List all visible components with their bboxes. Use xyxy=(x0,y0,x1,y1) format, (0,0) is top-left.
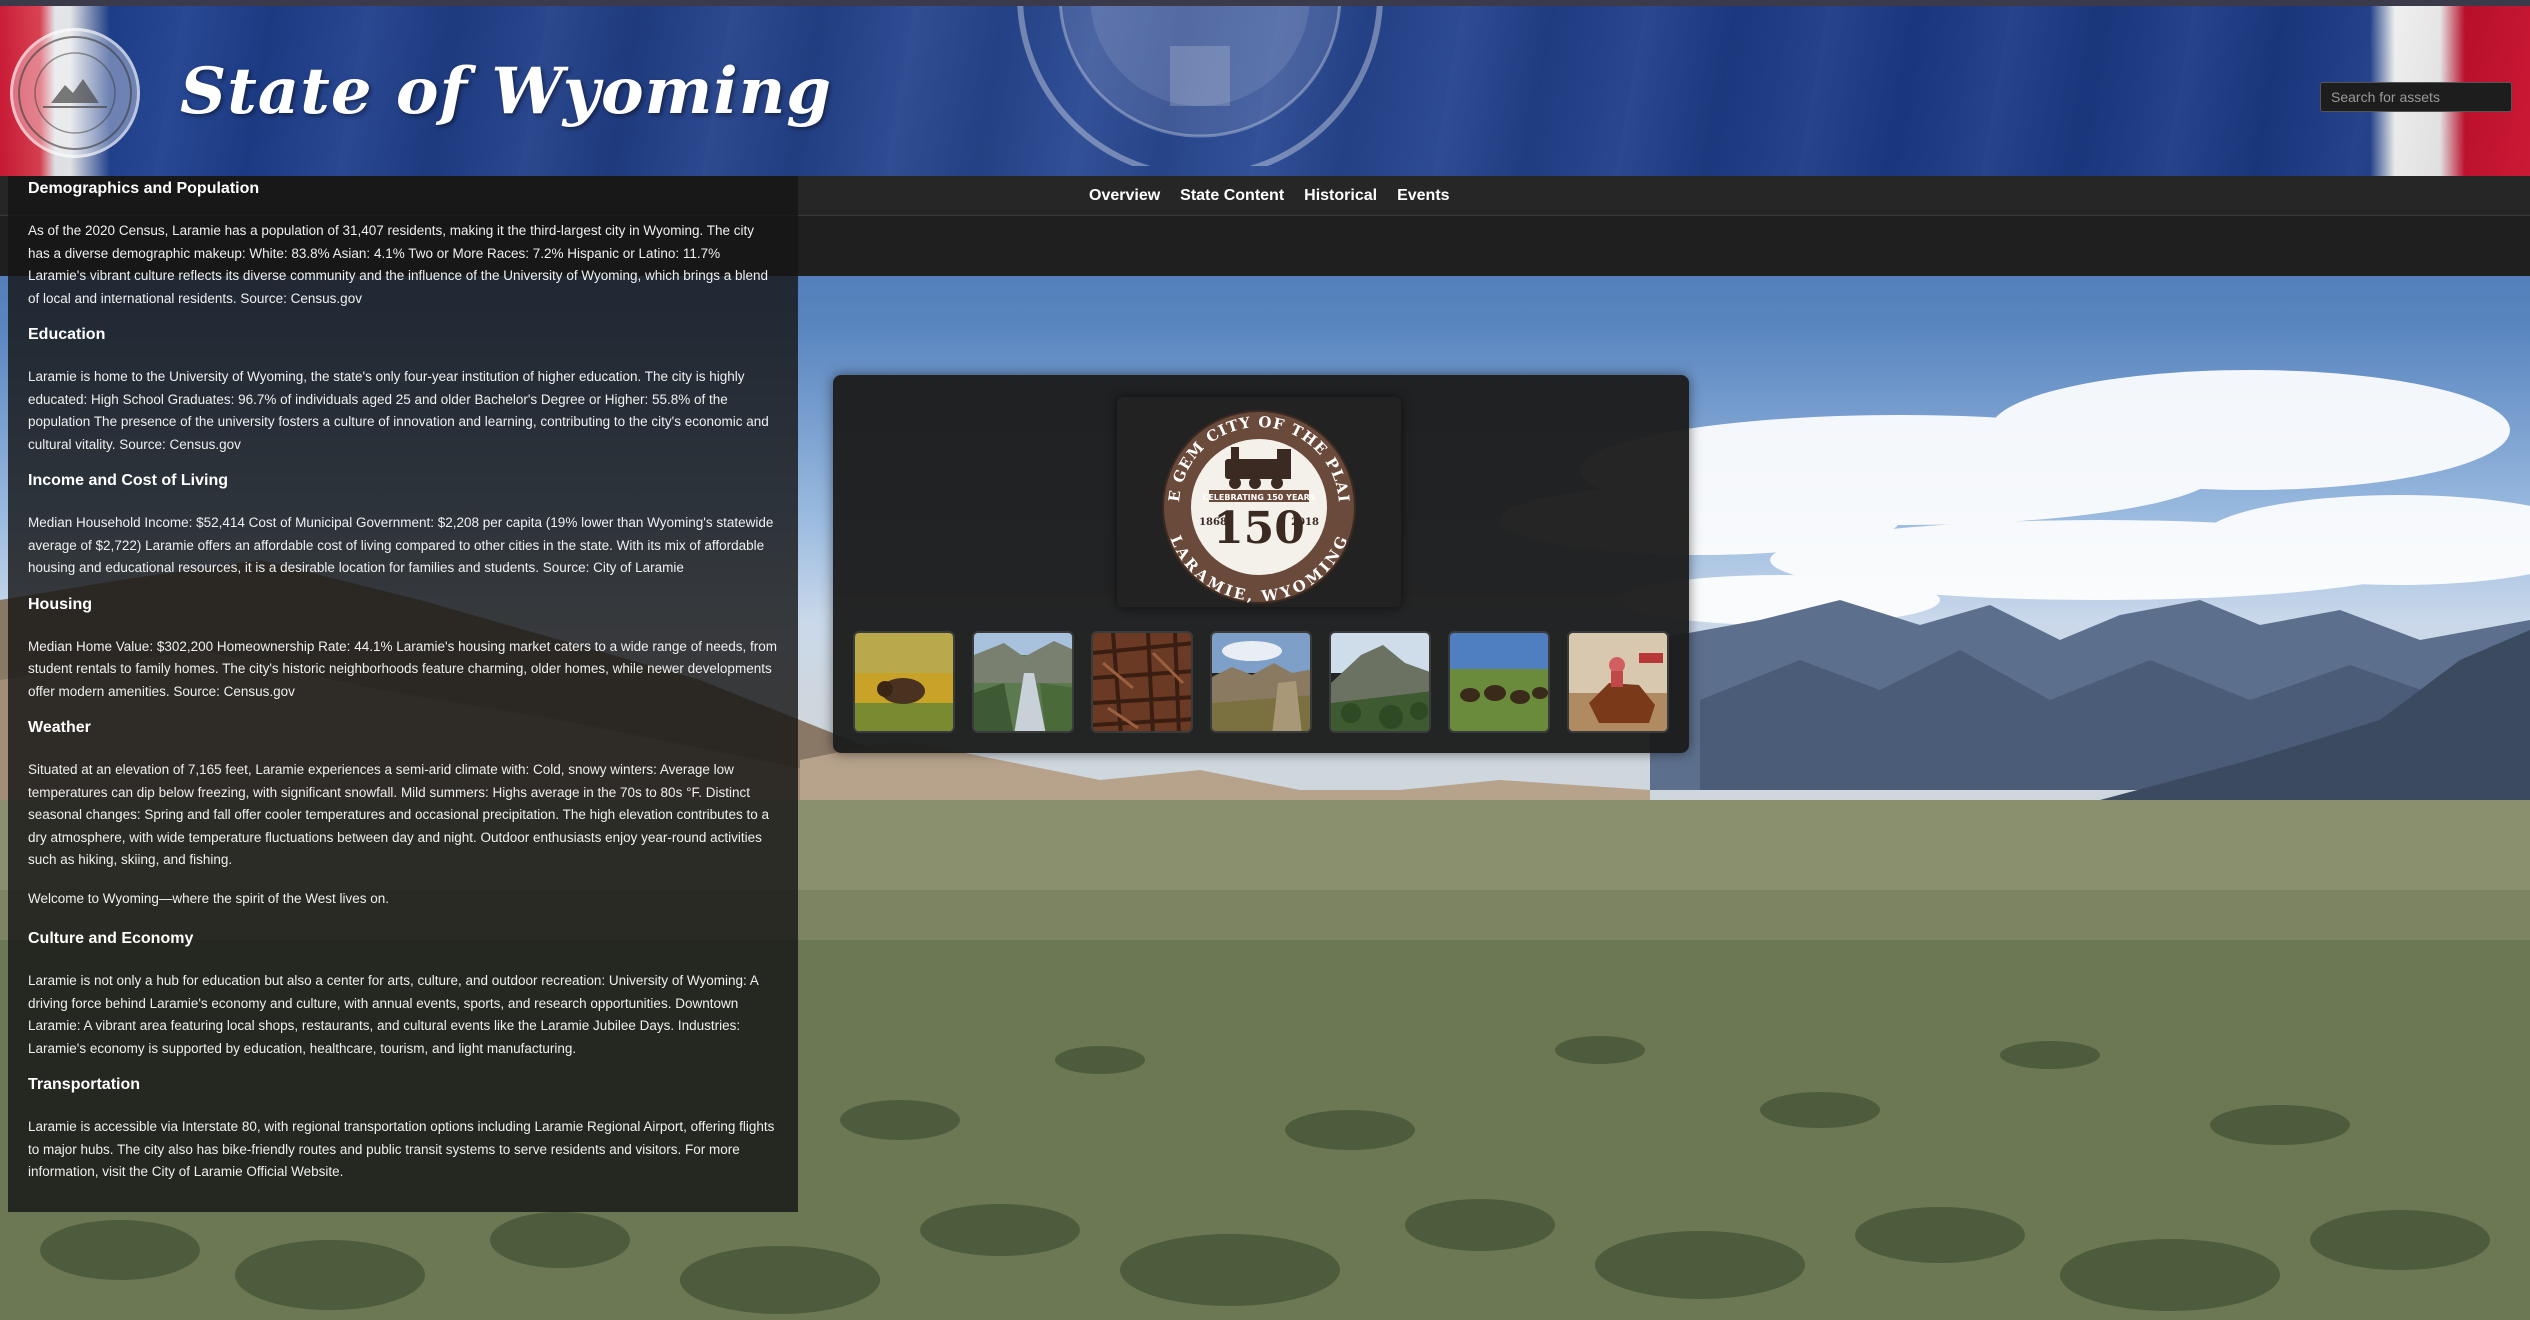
logo-number: 150 xyxy=(1213,503,1305,554)
section-heading-culture: Culture and Economy xyxy=(28,930,194,947)
section-heading-income: Income and Cost of Living xyxy=(28,472,229,489)
site-title[interactable]: State of Wyoming xyxy=(180,54,832,129)
info-panel: Demographics and Population As of the 20… xyxy=(8,176,798,1212)
section-heading-housing: Housing xyxy=(28,595,92,613)
nav-state-content[interactable]: State Content xyxy=(1180,187,1284,205)
nav-items: Overview State Content Historical Events xyxy=(1089,176,1470,216)
section-heading-weather: Weather xyxy=(28,719,91,736)
section-text-weather: Situated at an elevation of 7,165 feet, … xyxy=(28,762,769,867)
welcome-text: Welcome to Wyoming—where the spirit of t… xyxy=(28,890,390,906)
bison-meadow-photo[interactable] xyxy=(853,631,955,733)
section-heading-transportation: Transportation xyxy=(28,1076,141,1093)
nav-historical[interactable]: Historical xyxy=(1304,187,1377,205)
search-input[interactable] xyxy=(2320,82,2512,112)
section-heading-demographics: Demographics and Population xyxy=(28,180,260,197)
nav-overview[interactable]: Overview xyxy=(1089,187,1160,205)
header-banner: State of Wyoming xyxy=(0,6,2530,176)
section-text-culture: Laramie is not only a hub for education … xyxy=(28,973,759,1056)
state-seal-watermark xyxy=(1017,6,1383,166)
section-heading-education: Education xyxy=(28,326,106,343)
nav-events[interactable]: Events xyxy=(1397,187,1449,205)
logo-year-right: 2018 xyxy=(1291,517,1319,528)
rodeo-rider-photo[interactable] xyxy=(1567,631,1669,733)
bison-herd-photo[interactable] xyxy=(1448,631,1550,733)
rock-texture-photo[interactable] xyxy=(1091,631,1193,733)
logo-year-left: 1868 xyxy=(1199,517,1227,528)
section-text-education: Laramie is home to the University of Wyo… xyxy=(28,369,769,452)
rocky-hills-photo[interactable] xyxy=(1210,631,1312,733)
section-text-transportation: Laramie is accessible via Interstate 80,… xyxy=(28,1119,775,1179)
featured-image[interactable]: THE GEM CITY OF THE PLAINS LARAMIE, WYOM… xyxy=(1117,397,1401,607)
mountain-forest-photo[interactable] xyxy=(1329,631,1431,733)
river-canyon-photo[interactable] xyxy=(972,631,1074,733)
section-text-income: Median Household Income: $52,414 Cost of… xyxy=(28,515,774,575)
section-text-demographics: As of the 2020 Census, Laramie has a pop… xyxy=(28,223,769,306)
section-text-housing: Median Home Value: $302,200 Homeownershi… xyxy=(28,638,777,699)
wyoming-seal-logo[interactable] xyxy=(10,28,140,158)
logo-banner-text: CELEBRATING 150 YEARS xyxy=(1202,493,1315,502)
image-gallery: THE GEM CITY OF THE PLAINS LARAMIE, WYOM… xyxy=(833,375,1689,753)
thumbnail-strip xyxy=(853,631,1686,733)
